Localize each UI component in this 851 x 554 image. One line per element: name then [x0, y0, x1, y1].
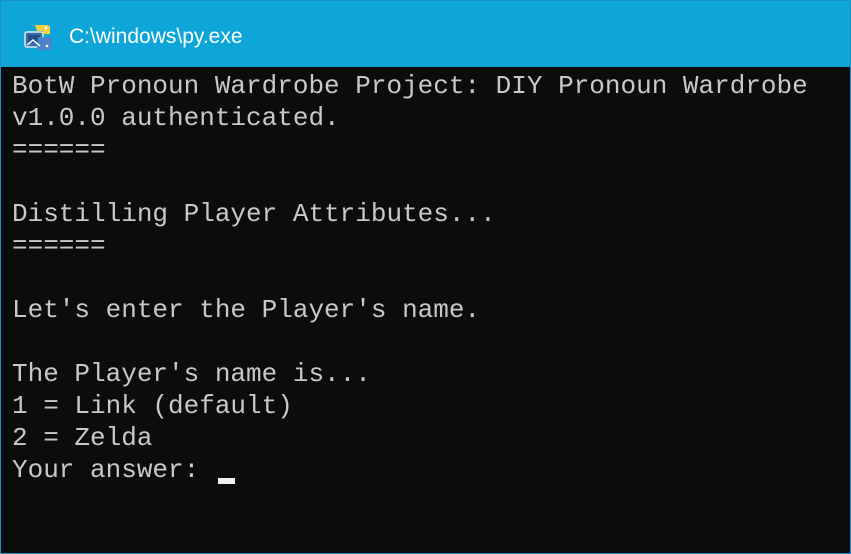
- console-line: Let's enter the Player's name.: [12, 295, 481, 325]
- console-option: 1 = Link (default): [12, 391, 293, 421]
- console-separator: ======: [12, 231, 106, 261]
- console-window: C:\windows\py.exe BotW Pronoun Wardrobe …: [0, 0, 851, 554]
- console-line: The Player's name is...: [12, 359, 371, 389]
- console-separator: ======: [12, 135, 106, 165]
- python-launcher-icon: [23, 22, 53, 52]
- answer-prompt[interactable]: Your answer:: [12, 454, 215, 486]
- console-line: Distilling Player Attributes...: [12, 199, 496, 229]
- console-option: 2 = Zelda: [12, 423, 153, 453]
- console-line: BotW Pronoun Wardrobe Project: DIY Prono…: [12, 71, 808, 101]
- window-title: C:\windows\py.exe: [69, 25, 243, 48]
- title-bar[interactable]: C:\windows\py.exe: [1, 1, 850, 67]
- console-output[interactable]: BotW Pronoun Wardrobe Project: DIY Prono…: [1, 67, 850, 553]
- console-line: v1.0.0 authenticated.: [12, 103, 340, 133]
- text-cursor: [218, 478, 235, 484]
